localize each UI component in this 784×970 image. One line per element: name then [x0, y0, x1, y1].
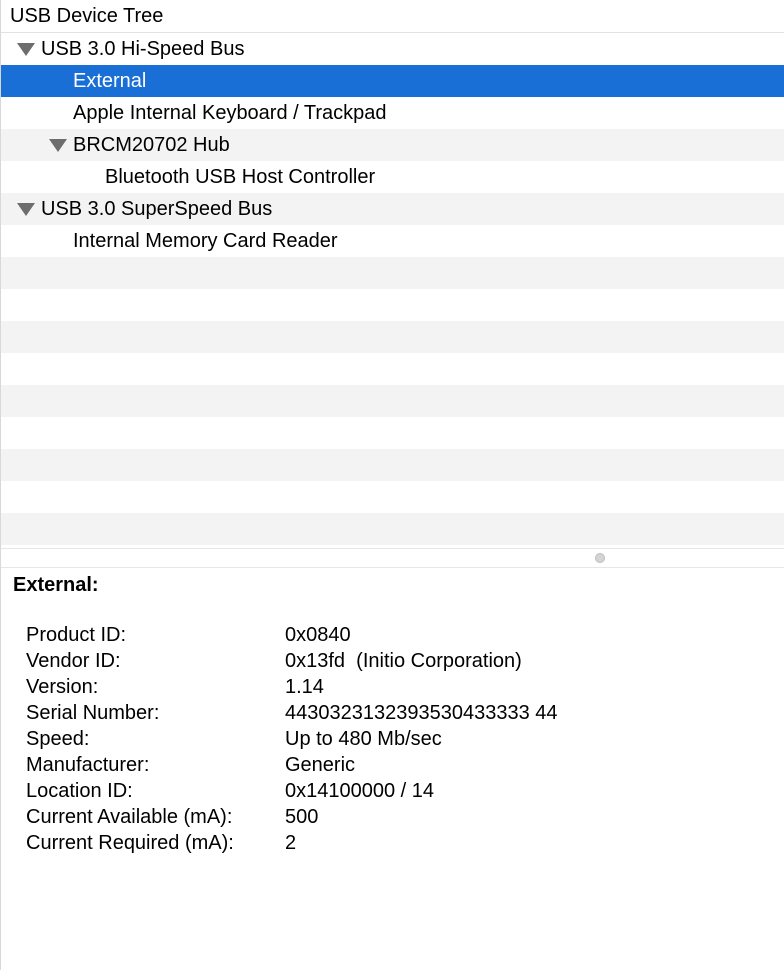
property-key: Product ID:	[26, 624, 127, 646]
tree-row-empty	[1, 417, 784, 449]
tree-row-empty	[1, 257, 784, 289]
property-key: Vendor ID:	[26, 650, 121, 672]
usb-device-tree: USB Device Tree USB 3.0 Hi-Speed Bus Exte…	[1, 0, 784, 548]
detail-properties: Product ID: 0x0840 Vendor ID: 0x13fd (Initi…	[26, 622, 558, 856]
tree-row-label: Internal Memory Card Reader	[73, 230, 338, 252]
tree-row-empty	[1, 289, 784, 321]
tree-row-label: USB 3.0 Hi-Speed Bus	[41, 38, 245, 60]
tree-row-label: BRCM20702 Hub	[73, 134, 230, 156]
tree-row-empty	[1, 481, 784, 513]
property-row: Current Required (mA): 2	[26, 830, 558, 856]
property-key: Current Available (mA):	[26, 806, 233, 828]
property-value: Up to 480 Mb/sec	[285, 728, 442, 750]
pane-splitter[interactable]	[1, 548, 784, 568]
property-row: Serial Number: 4430323132393530433333 44	[26, 700, 558, 726]
property-value: 0x13fd (Initio Corporation)	[285, 650, 522, 672]
tree-row-label: External	[73, 70, 147, 92]
tree-row-usb-3-0-hi-speed-bus[interactable]: USB 3.0 Hi-Speed Bus	[1, 33, 784, 65]
disclosure-triangle-icon[interactable]	[17, 43, 35, 56]
detail-title: External:	[13, 574, 99, 596]
tree-row-external[interactable]: External	[1, 65, 784, 97]
tree-row-empty	[1, 353, 784, 385]
property-key: Location ID:	[26, 780, 133, 802]
property-row: Speed: Up to 480 Mb/sec	[26, 726, 558, 752]
tree-row-internal-memory-card-reader[interactable]: Internal Memory Card Reader	[1, 225, 784, 257]
tree-rows: USB 3.0 Hi-Speed Bus External Apple Intern…	[1, 33, 784, 548]
property-key: Version:	[26, 676, 99, 698]
property-key: Manufacturer:	[26, 754, 150, 776]
disclosure-triangle-icon[interactable]	[17, 203, 35, 216]
property-value: Generic	[285, 754, 356, 776]
tree-row-empty	[1, 321, 784, 353]
property-value: 4430323132393530433333 44	[285, 702, 558, 724]
property-value: 1.14	[285, 676, 324, 698]
tree-row-brcm20702-hub[interactable]: BRCM20702 Hub	[1, 129, 784, 161]
property-key: Serial Number:	[26, 702, 160, 724]
property-row: Manufacturer: Generic	[26, 752, 558, 778]
property-row: Version: 1.14	[26, 674, 558, 700]
property-key: Speed:	[26, 728, 90, 750]
property-row: Current Available (mA): 500	[26, 804, 558, 830]
split-handle-icon[interactable]	[595, 553, 605, 563]
tree-row-label: Apple Internal Keyboard / Trackpad	[73, 102, 387, 124]
tree-row-label: Bluetooth USB Host Controller	[105, 166, 376, 188]
device-detail-pane: External: Product ID: 0x0840 Vendor ID: 0x1…	[1, 568, 784, 970]
tree-row-usb-3-0-superspeed-bus[interactable]: USB 3.0 SuperSpeed Bus	[1, 193, 784, 225]
system-information-window: USB Device Tree USB 3.0 Hi-Speed Bus Exte…	[0, 0, 784, 970]
property-row: Product ID: 0x0840	[26, 622, 558, 648]
tree-header: USB Device Tree	[1, 0, 784, 33]
tree-row-label: USB 3.0 SuperSpeed Bus	[41, 198, 273, 220]
disclosure-triangle-icon[interactable]	[49, 139, 67, 152]
property-row: Vendor ID: 0x13fd (Initio Corporation)	[26, 648, 558, 674]
property-value: 0x0840	[285, 624, 351, 646]
tree-row-apple-internal-keyboard-trackpad[interactable]: Apple Internal Keyboard / Trackpad	[1, 97, 784, 129]
property-value: 2	[285, 832, 297, 854]
property-value: 500	[285, 806, 319, 828]
tree-row-empty	[1, 513, 784, 545]
property-row: Location ID: 0x14100000 / 14	[26, 778, 558, 804]
property-value: 0x14100000 / 14	[285, 780, 435, 802]
tree-row-empty	[1, 449, 784, 481]
property-key: Current Required (mA):	[26, 832, 234, 854]
tree-row-bluetooth-usb-host-controller[interactable]: Bluetooth USB Host Controller	[1, 161, 784, 193]
tree-row-empty	[1, 385, 784, 417]
